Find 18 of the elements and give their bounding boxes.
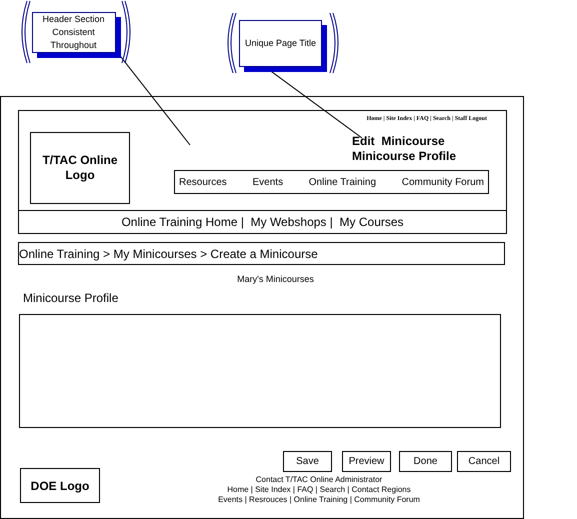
action-button[interactable]: Cancel bbox=[457, 451, 511, 472]
footer-links[interactable]: Home | Site Index | FAQ | Search | Contact Regions bbox=[178, 485, 460, 495]
logo-label: T/TAC Online Logo bbox=[41, 153, 119, 183]
nav-link[interactable]: Resources bbox=[179, 176, 227, 188]
contact-link[interactable]: Contact T/TAC Online Administrator bbox=[178, 475, 460, 485]
footer-links[interactable]: Events | Resrouces | Online Training | Community Forum bbox=[178, 495, 460, 505]
section-title: Minicourse Profile bbox=[23, 291, 120, 305]
nav-link[interactable]: Events bbox=[252, 176, 284, 188]
nav-link[interactable]: Online Training bbox=[308, 176, 376, 188]
logo-label: DOE Logo bbox=[30, 478, 90, 492]
nav-link[interactable]: Community Forum bbox=[402, 176, 484, 188]
action-button[interactable]: Done bbox=[399, 451, 452, 472]
page-title: Edit Minicourse Minicourse Profile bbox=[352, 134, 456, 164]
breadcrumb[interactable]: Online Training > My Minicourses > Create a Minicourse bbox=[18, 242, 505, 265]
sub-nav[interactable]: Online Training Home | My Webshops | My Courses bbox=[19, 210, 506, 233]
owner-label: Mary's Minicourses bbox=[237, 274, 314, 284]
action-button[interactable]: Preview bbox=[342, 451, 391, 472]
action-button[interactable]: Save bbox=[283, 451, 332, 472]
